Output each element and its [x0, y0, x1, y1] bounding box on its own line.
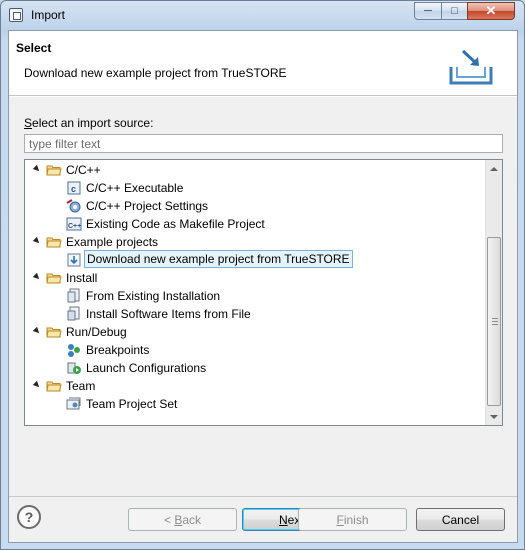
thumb-grip [492, 318, 498, 319]
tree-item-label: Download new example project from TrueST… [84, 250, 353, 268]
window-title: Import [31, 8, 66, 22]
cancel-button[interactable]: Cancel [416, 508, 505, 531]
makefile-project-icon: C++ [66, 216, 82, 232]
tree-item-label: Example projects [66, 235, 159, 249]
maximize-icon: □ [451, 5, 458, 17]
scroll-down-button[interactable] [486, 408, 502, 425]
minimize-icon: ─ [424, 5, 432, 17]
banner-divider [9, 96, 517, 97]
tree-item[interactable]: Install Software Items from File [25, 305, 485, 323]
tree-item-label: From Existing Installation [86, 289, 221, 303]
tree-item[interactable]: C++ Existing Code as Makefile Project [25, 215, 485, 233]
tree-category[interactable]: Team [25, 377, 485, 395]
tree-item[interactable]: From Existing Installation [25, 287, 485, 305]
dialog-body: Select Download new example project from… [8, 30, 518, 543]
tree-category[interactable]: Example projects [25, 233, 485, 251]
launch-config-icon [66, 360, 82, 376]
minimize-button[interactable]: ─ [414, 2, 442, 20]
tree-category[interactable]: Install [25, 269, 485, 287]
close-button[interactable]: ✕ [467, 2, 515, 20]
tree-item[interactable]: Team Project Set [25, 395, 485, 413]
installation-icon [66, 288, 82, 304]
install-file-icon [66, 306, 82, 322]
import-dialog-window: Import ─ □ ✕ Select Download new example… [0, 0, 525, 550]
tree-item[interactable]: c C/C++ Executable [25, 179, 485, 197]
page-description: Download new example project from TrueST… [24, 66, 287, 80]
tree-item-label: Install Software Items from File [86, 307, 251, 321]
tree-category[interactable]: C/C++ [25, 161, 485, 179]
breakpoints-icon [66, 342, 82, 358]
expand-toggle-icon[interactable] [32, 164, 42, 174]
tree-item[interactable]: Breakpoints [25, 341, 485, 359]
tree-item-label: Launch Configurations [86, 361, 207, 375]
expand-toggle-icon[interactable] [32, 326, 42, 336]
tree-item-label: Existing Code as Makefile Project [86, 217, 265, 231]
close-icon: ✕ [485, 3, 497, 18]
tree-item[interactable]: Launch Configurations [25, 359, 485, 377]
folder-icon [46, 162, 62, 178]
maximize-button[interactable]: □ [441, 2, 468, 20]
thumb-grip [492, 324, 498, 325]
download-icon [66, 252, 82, 268]
tree-items: C/C++ c C/C++ Executable C/C++ Project Sett… [25, 160, 485, 425]
folder-icon [46, 378, 62, 394]
expand-toggle-icon[interactable] [32, 236, 42, 246]
page-title: Select [16, 41, 52, 55]
tree-item-label: C/C++ Project Settings [86, 199, 209, 213]
tree-item-label: Team [66, 379, 96, 393]
tree-item-label: Run/Debug [66, 325, 127, 339]
vertical-scrollbar[interactable] [485, 160, 502, 425]
team-project-set-icon [66, 396, 82, 412]
svg-text:C++: C++ [68, 223, 81, 230]
tree-item-label: C/C++ [66, 163, 101, 177]
scroll-down-icon [490, 414, 498, 419]
finish-button[interactable]: Finish [298, 508, 407, 531]
svg-text:c: c [71, 184, 76, 194]
folder-icon [46, 234, 62, 250]
tree-item[interactable]: Download new example project from TrueST… [25, 250, 485, 269]
scroll-up-button[interactable] [486, 160, 502, 177]
help-button[interactable]: ? [17, 505, 41, 529]
app-window-icon [9, 8, 23, 22]
c-executable-icon: c [66, 180, 82, 196]
filter-input[interactable] [24, 134, 503, 153]
scroll-up-icon [490, 166, 498, 171]
wizard-banner: Select Download new example project from… [9, 31, 517, 96]
folder-icon [46, 270, 62, 286]
scrollbar-thumb[interactable] [487, 237, 501, 406]
tree-item-label: Team Project Set [86, 397, 178, 411]
button-bar-divider [9, 496, 517, 497]
expand-toggle-icon[interactable] [32, 272, 42, 282]
thumb-grip [492, 321, 498, 322]
import-source-label: Select an import source: [24, 116, 154, 130]
project-settings-icon [66, 198, 82, 214]
import-wizard-icon [449, 49, 493, 85]
import-source-tree[interactable]: C/C++ c C/C++ Executable C/C++ Project Sett… [24, 159, 503, 426]
help-icon: ? [24, 509, 34, 525]
tree-category[interactable]: Run/Debug [25, 323, 485, 341]
tree-item-label: C/C++ Executable [86, 181, 184, 195]
title-bar[interactable]: Import ─ □ ✕ [1, 1, 524, 29]
expand-toggle-icon[interactable] [32, 380, 42, 390]
folder-icon [46, 324, 62, 340]
tree-item[interactable]: C/C++ Project Settings [25, 197, 485, 215]
back-button[interactable]: < Back [128, 508, 237, 531]
tree-item-label: Breakpoints [86, 343, 150, 357]
tree-item-label: Install [66, 271, 98, 285]
